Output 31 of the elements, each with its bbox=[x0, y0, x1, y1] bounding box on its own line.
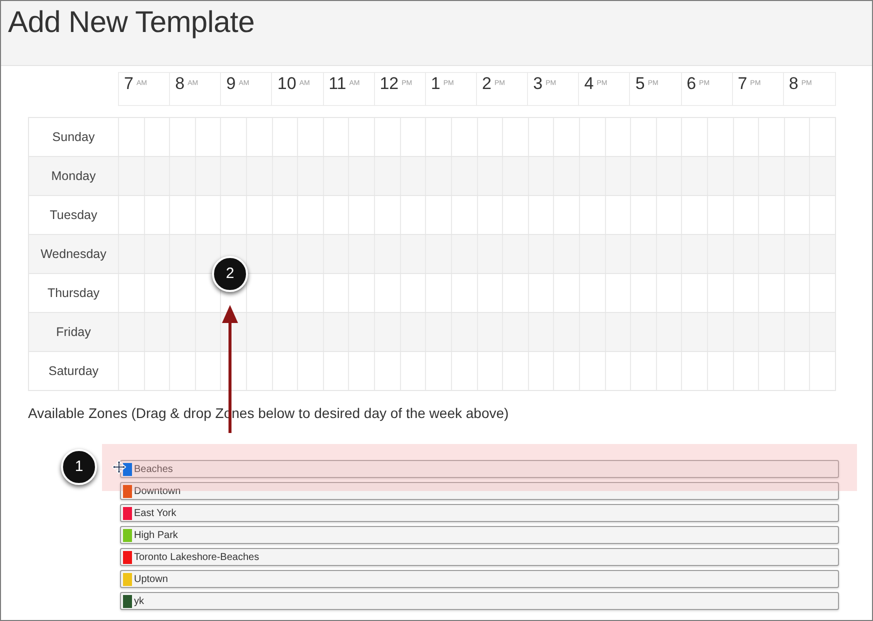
step-marker: 1 bbox=[61, 449, 97, 485]
day-label: Thursday bbox=[46, 284, 101, 302]
hour-header: 7 $^{AM}$ bbox=[119, 73, 170, 105]
hour-header: 2 $^{PM}$ bbox=[476, 73, 528, 105]
zone-item[interactable]: Toronto Lakeshore-Beaches bbox=[120, 548, 839, 566]
hour-header: 6 $^{PM}$ bbox=[682, 73, 733, 105]
day-label: Friday bbox=[55, 324, 92, 341]
day-label: Saturday bbox=[47, 362, 100, 380]
move-cursor-icon bbox=[112, 460, 126, 474]
page-title: Add New Template bbox=[8, 5, 254, 41]
day-label: Wednesday bbox=[40, 246, 108, 263]
hour-header: 8 $^{AM}$ bbox=[170, 73, 222, 105]
hour-header: 11 $^{AM}$ bbox=[324, 73, 375, 105]
zone-item[interactable]: Downtown bbox=[120, 482, 839, 500]
hour-header: 12 $^{PM}$ bbox=[374, 73, 426, 105]
zone-item[interactable]: High Park bbox=[120, 526, 839, 544]
hour-header: 7 $^{PM}$ bbox=[732, 73, 784, 105]
day-label: Sunday bbox=[51, 128, 96, 146]
hour-header: 4 $^{PM}$ bbox=[579, 73, 630, 105]
zone-item[interactable]: East York bbox=[120, 504, 839, 522]
hour-header: 1 $^{PM}$ bbox=[426, 73, 477, 105]
day-label: Tuesday bbox=[48, 206, 98, 224]
zone-item[interactable]: Uptown bbox=[120, 570, 839, 588]
hour-header: 5 $^{PM}$ bbox=[630, 73, 682, 105]
zone-item[interactable]: yk bbox=[120, 592, 839, 610]
day-label: Monday bbox=[50, 168, 97, 185]
hour-header: 8 $^{PM}$ bbox=[788, 73, 813, 95]
hour-header: 9 $^{AM}$ bbox=[221, 73, 272, 105]
zone-item[interactable]: Beaches bbox=[120, 460, 839, 478]
hour-header: 3 $^{PM}$ bbox=[528, 73, 580, 105]
hour-header: 10 $^{AM}$ bbox=[272, 73, 324, 105]
